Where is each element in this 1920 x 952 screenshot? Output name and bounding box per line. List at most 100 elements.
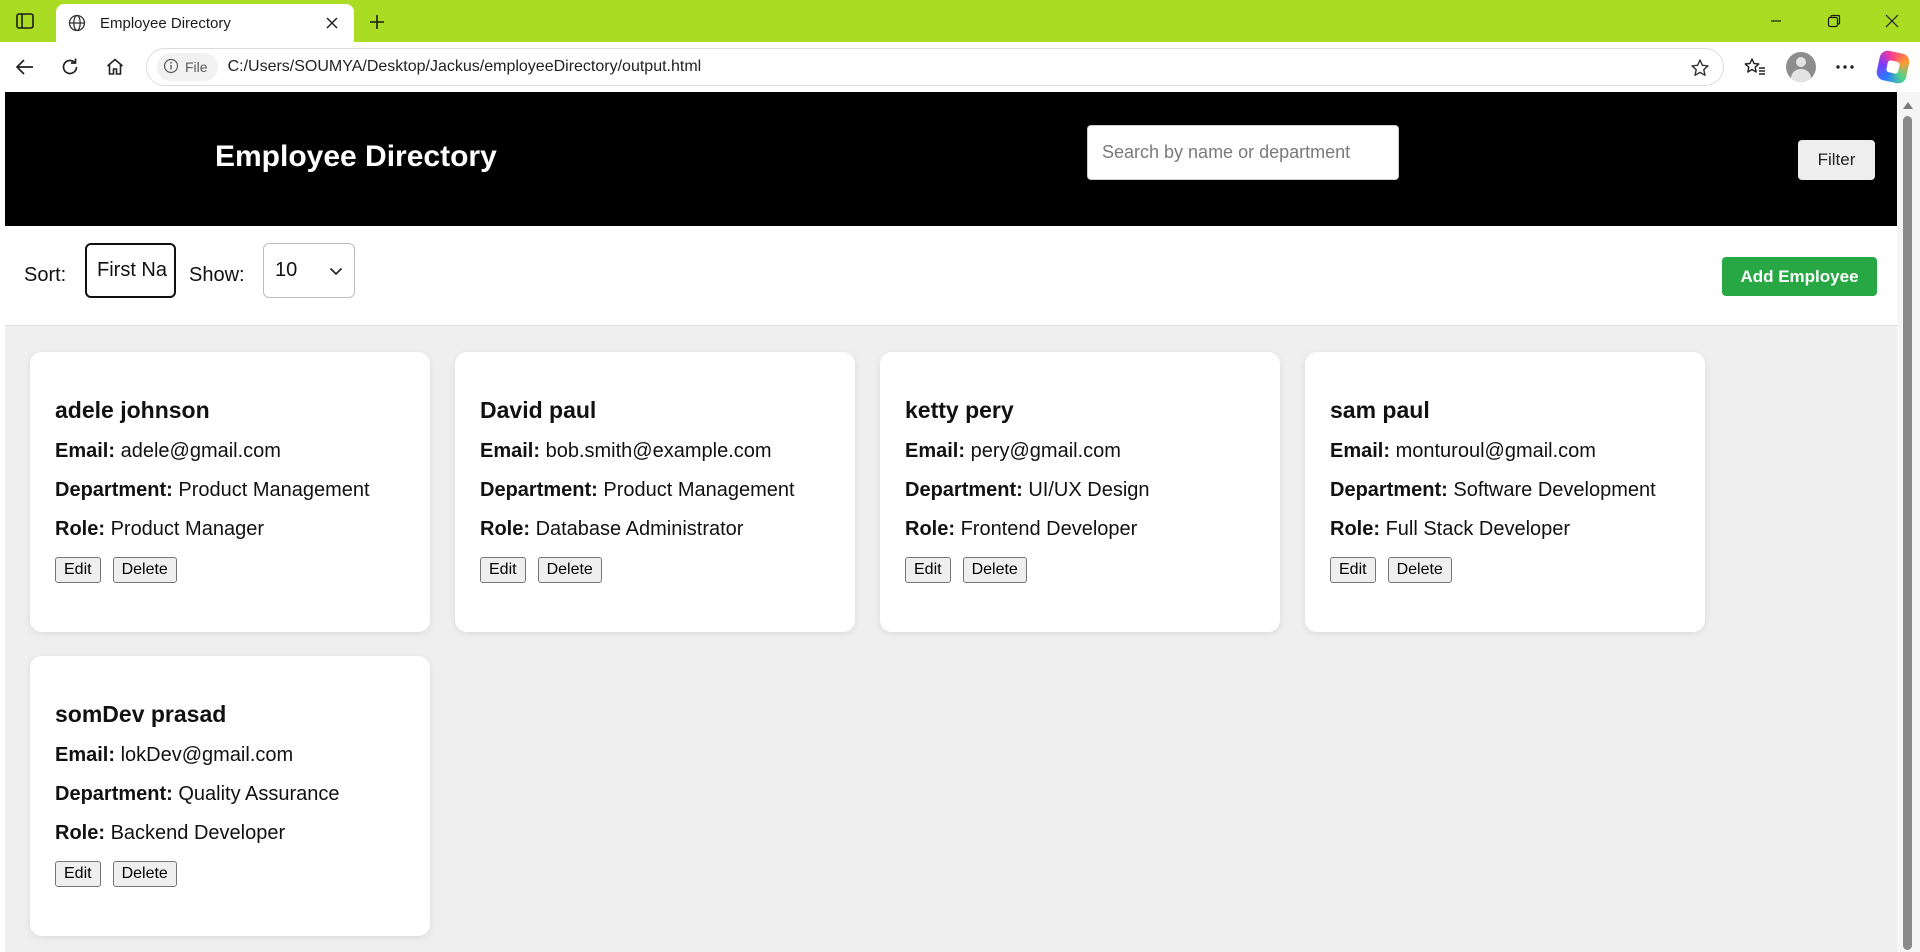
- globe-icon: [66, 12, 88, 34]
- email-label: Email:: [55, 440, 116, 462]
- file-label: File: [185, 59, 208, 75]
- role-value: Database Administrator: [535, 518, 744, 540]
- controls-bar: Sort: First Na Show: 10 Add Employee: [5, 226, 1897, 326]
- app-header: Employee Directory Filter: [5, 92, 1897, 226]
- department-label: Department:: [55, 479, 173, 501]
- department-label: Department:: [905, 479, 1023, 501]
- edit-button[interactable]: Edit: [905, 557, 951, 583]
- employee-card: David paul Email: bob.smith@example.com …: [455, 352, 855, 632]
- employee-card: adele johnson Email: adele@gmail.com Dep…: [30, 352, 430, 632]
- delete-button[interactable]: Delete: [112, 861, 177, 887]
- employee-card: sam paul Email: monturoul@gmail.com Depa…: [1305, 352, 1705, 632]
- email-label: Email:: [905, 440, 966, 462]
- role-label: Role:: [55, 822, 105, 844]
- show-select-value: 10: [275, 259, 298, 281]
- department-label: Department:: [55, 783, 173, 805]
- role-row: Role: Backend Developer: [55, 822, 405, 845]
- sort-label: Sort:: [24, 264, 67, 286]
- close-icon[interactable]: [322, 13, 342, 33]
- email-value: adele@gmail.com: [120, 440, 281, 462]
- favorite-star-icon[interactable]: [1687, 55, 1713, 81]
- role-label: Role:: [905, 518, 955, 540]
- card-actions: Edit Delete: [480, 557, 830, 583]
- refresh-icon[interactable]: [55, 52, 85, 82]
- minimize-icon[interactable]: [1754, 6, 1798, 36]
- page-viewport: Employee Directory Filter Sort: First Na…: [5, 92, 1897, 952]
- role-value: Backend Developer: [110, 822, 286, 844]
- department-value: Product Management: [178, 479, 370, 501]
- back-icon[interactable]: [10, 52, 40, 82]
- employee-name: adele johnson: [55, 397, 210, 423]
- delete-button[interactable]: Delete: [537, 557, 602, 583]
- page-title: Employee Directory: [215, 140, 497, 173]
- profile-avatar[interactable]: [1786, 52, 1816, 82]
- department-value: UI/UX Design: [1028, 479, 1150, 501]
- browser-tab[interactable]: Employee Directory: [56, 4, 354, 42]
- copilot-icon[interactable]: [1875, 49, 1911, 85]
- sort-select[interactable]: First Na: [85, 243, 176, 298]
- restore-icon[interactable]: [1812, 6, 1856, 36]
- browser-toolbar: File C:/Users/SOUMYA/Desktop/Jackus/empl…: [0, 42, 1920, 92]
- search-input[interactable]: [1087, 125, 1399, 180]
- show-select[interactable]: 10: [263, 243, 355, 298]
- employee-card: somDev prasad Email: lokDev@gmail.com De…: [30, 656, 430, 936]
- sidebar-toggle-icon[interactable]: [14, 10, 36, 32]
- scroll-up-icon[interactable]: [1903, 102, 1913, 109]
- role-value: Full Stack Developer: [1385, 518, 1571, 540]
- edit-button[interactable]: Edit: [55, 861, 101, 887]
- address-bar[interactable]: File C:/Users/SOUMYA/Desktop/Jackus/empl…: [146, 48, 1724, 86]
- email-row: Email: monturoul@gmail.com: [1330, 440, 1680, 463]
- scroll-thumb[interactable]: [1903, 116, 1912, 950]
- role-label: Role:: [480, 518, 530, 540]
- department-value: Quality Assurance: [178, 783, 340, 805]
- new-tab-icon[interactable]: [364, 9, 390, 35]
- department-row: Department: UI/UX Design: [905, 479, 1255, 502]
- card-actions: Edit Delete: [55, 557, 405, 583]
- tab-title: Employee Directory: [100, 14, 231, 32]
- email-row: Email: bob.smith@example.com: [480, 440, 830, 463]
- department-row: Department: Product Management: [480, 479, 830, 502]
- site-info-chip[interactable]: File: [157, 53, 218, 81]
- role-label: Role:: [55, 518, 105, 540]
- show-label: Show:: [189, 264, 245, 286]
- employee-name: ketty pery: [905, 397, 1014, 423]
- card-actions: Edit Delete: [1330, 557, 1680, 583]
- favorites-icon[interactable]: [1740, 52, 1770, 82]
- department-value: Software Development: [1453, 479, 1656, 501]
- home-icon[interactable]: [100, 52, 130, 82]
- browser-titlebar: Employee Directory: [0, 0, 1920, 42]
- delete-button[interactable]: Delete: [112, 557, 177, 583]
- employee-name: David paul: [480, 397, 597, 423]
- department-label: Department:: [1330, 479, 1448, 501]
- email-value: monturoul@gmail.com: [1395, 440, 1596, 462]
- window-close-icon[interactable]: [1870, 6, 1914, 36]
- filter-button[interactable]: Filter: [1798, 140, 1875, 180]
- url-text: C:/Users/SOUMYA/Desktop/Jackus/employeeD…: [227, 58, 702, 75]
- employee-card: ketty pery Email: pery@gmail.com Departm…: [880, 352, 1280, 632]
- card-actions: Edit Delete: [55, 861, 405, 887]
- department-row: Department: Software Development: [1330, 479, 1680, 502]
- role-value: Frontend Developer: [960, 518, 1138, 540]
- employee-name: sam paul: [1330, 397, 1430, 423]
- sort-select-value: First Na: [97, 259, 167, 281]
- info-icon: [163, 58, 179, 77]
- delete-button[interactable]: Delete: [962, 557, 1027, 583]
- chevron-down-icon: [329, 259, 343, 282]
- department-row: Department: Quality Assurance: [55, 783, 405, 806]
- department-row: Department: Product Management: [55, 479, 405, 502]
- role-label: Role:: [1330, 518, 1380, 540]
- role-row: Role: Database Administrator: [480, 518, 830, 541]
- department-value: Product Management: [603, 479, 795, 501]
- add-employee-button[interactable]: Add Employee: [1722, 257, 1877, 296]
- email-label: Email:: [1330, 440, 1391, 462]
- email-label: Email:: [55, 744, 116, 766]
- edit-button[interactable]: Edit: [55, 557, 101, 583]
- edit-button[interactable]: Edit: [480, 557, 526, 583]
- more-options-icon[interactable]: [1830, 52, 1860, 82]
- employee-name: somDev prasad: [55, 701, 227, 727]
- role-row: Role: Frontend Developer: [905, 518, 1255, 541]
- edit-button[interactable]: Edit: [1330, 557, 1376, 583]
- vertical-scrollbar[interactable]: [1897, 92, 1920, 952]
- role-row: Role: Product Manager: [55, 518, 405, 541]
- delete-button[interactable]: Delete: [1387, 557, 1452, 583]
